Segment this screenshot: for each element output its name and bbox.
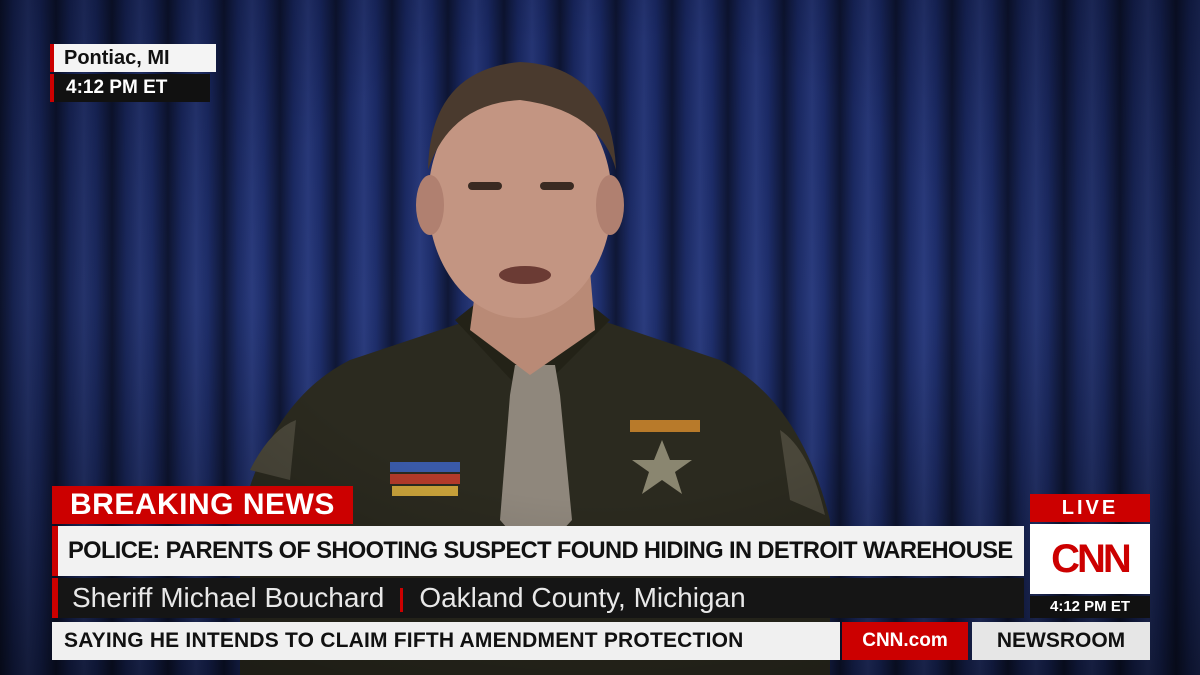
cnn-logo: CNN	[1030, 524, 1150, 594]
location-time: 4:12 PM ET	[50, 74, 210, 102]
live-time: 4:12 PM ET	[1030, 596, 1150, 618]
speaker-name: Sheriff Michael Bouchard	[72, 582, 385, 613]
location-city: Pontiac, MI	[50, 44, 216, 72]
breaking-news-banner: BREAKING NEWS	[52, 486, 353, 524]
headline-bar: POLICE: PARENTS OF SHOOTING SUSPECT FOUN…	[52, 526, 1024, 576]
id-separator	[400, 587, 404, 612]
site-badge: CNN.com	[842, 622, 968, 660]
news-ticker: SAYING HE INTENDS TO CLAIM FIFTH AMENDME…	[52, 622, 840, 660]
speaker-affiliation: Oakland County, Michigan	[419, 582, 746, 613]
speaker-id-line: Sheriff Michael Bouchard Oakland County, …	[52, 578, 1024, 618]
live-badge: LIVE	[1030, 494, 1150, 522]
cnn-logo-text: CNN	[1051, 536, 1132, 581]
location-bug: Pontiac, MI 4:12 PM ET	[50, 44, 216, 102]
show-name-badge: NEWSROOM	[972, 622, 1150, 660]
